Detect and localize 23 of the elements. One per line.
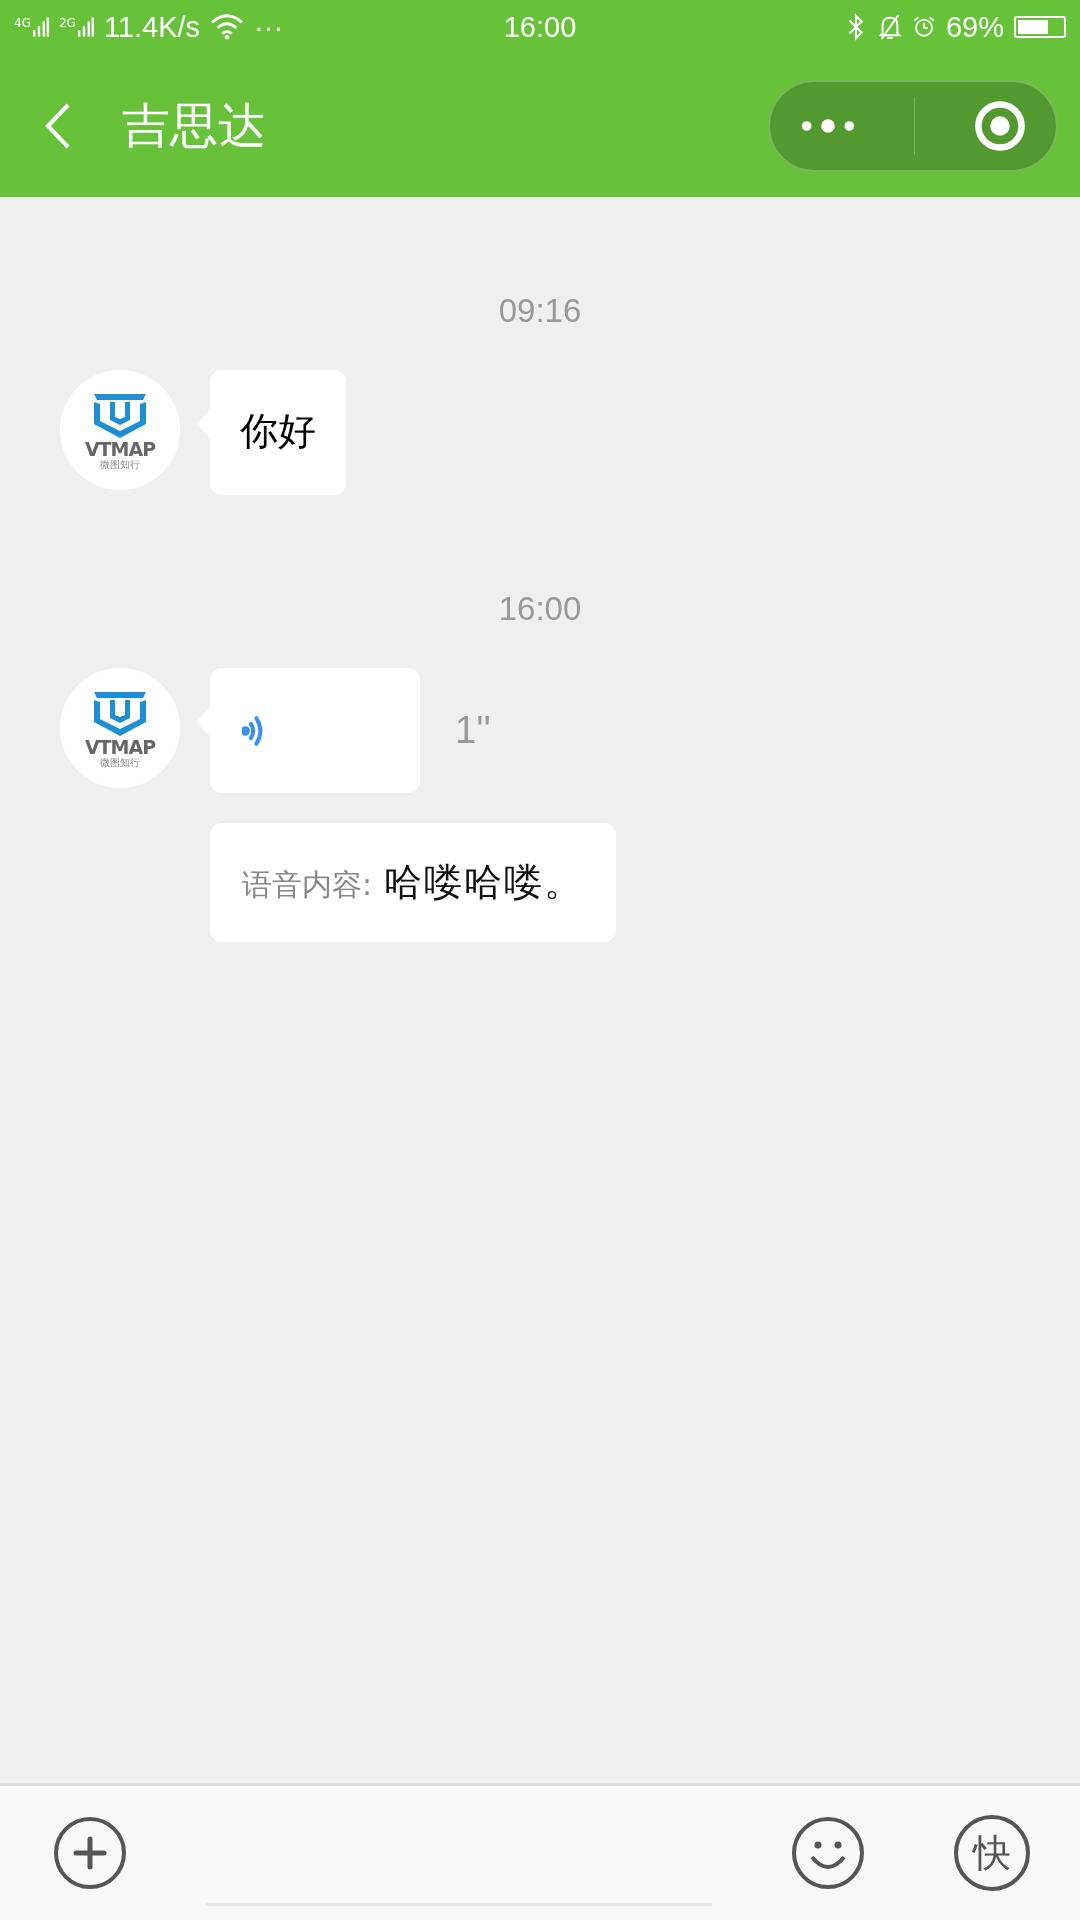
quick-reply-button[interactable]: 快: [954, 1815, 1030, 1891]
network-speed: 11.4K/s: [103, 10, 201, 44]
wifi-icon: [210, 13, 245, 41]
status-time: 16:00: [503, 10, 577, 44]
smiley-icon[interactable]: [790, 1815, 866, 1891]
bell-icon: [877, 13, 902, 41]
logo-subtext: 微图知行: [100, 458, 140, 471]
logo-text: VTMAP: [84, 439, 156, 459]
signal-indicator: 4G: [14, 16, 49, 38]
signal-indicator: 2G: [58, 16, 94, 38]
battery-icon: [1014, 16, 1066, 38]
message-timestamp: 16:00: [498, 590, 582, 628]
message-bubble: 你好: [210, 370, 346, 495]
add-icon[interactable]: [52, 1815, 128, 1891]
chat-title: 吉思达: [122, 95, 267, 155]
transcript-text: 哈喽哈喽。: [384, 859, 585, 906]
message-timestamp: 09:16: [498, 292, 582, 330]
voice-duration: 1'': [455, 709, 491, 752]
logo-text: VTMAP: [84, 737, 156, 757]
more-indicator: ···: [254, 10, 284, 44]
logo-subtext: 微图知行: [100, 756, 140, 769]
battery-percentage: 69%: [945, 10, 1004, 44]
transcript-label: 语音内容:: [242, 866, 373, 904]
